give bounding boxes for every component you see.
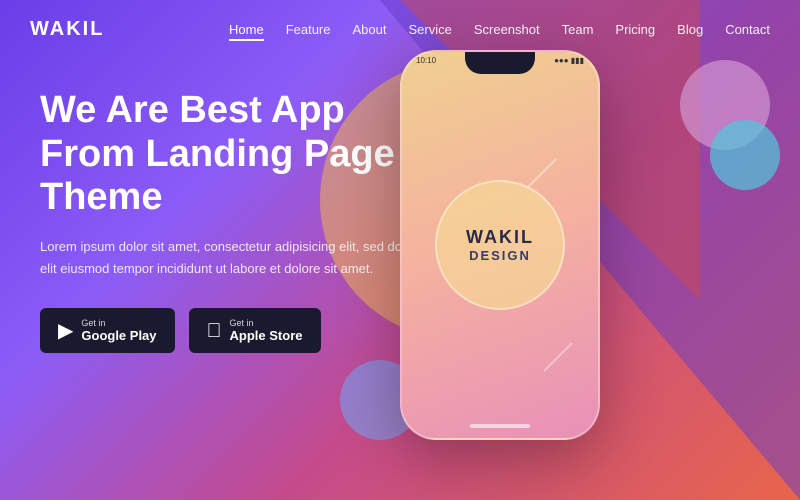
apple-icon:  (207, 321, 222, 341)
hero-description: Lorem ipsum dolor sit amet, consectetur … (40, 236, 420, 280)
nav-item-contact[interactable]: Contact (725, 21, 770, 39)
nav-item-team[interactable]: Team (562, 21, 594, 39)
nav-link-home[interactable]: Home (229, 22, 264, 41)
phone-screen: WAKIL DESIGN (402, 52, 598, 438)
page-wrapper: WAKIL Home Feature About Service Screens… (0, 0, 800, 500)
phone-mockup: 10:10 ●●● ▮▮▮ WAKIL DESIGN (400, 50, 600, 440)
nav-links: Home Feature About Service Screenshot Te… (229, 21, 770, 39)
nav-link-pricing[interactable]: Pricing (615, 22, 655, 37)
apple-store-button[interactable]:  Get in Apple Store (189, 308, 321, 353)
hero-title: We Are Best App From Landing Page Theme (40, 89, 440, 220)
navbar: WAKIL Home Feature About Service Screens… (0, 0, 800, 59)
nav-link-screenshot[interactable]: Screenshot (474, 22, 540, 37)
phone-home-bar (470, 424, 530, 428)
nav-link-team[interactable]: Team (562, 22, 594, 37)
nav-link-blog[interactable]: Blog (677, 22, 703, 37)
button-group: ▶ Get in Google Play  Get in Apple Stor… (40, 308, 440, 353)
phone-line-1 (527, 158, 557, 188)
google-play-button[interactable]: ▶ Get in Google Play (40, 308, 175, 353)
nav-item-home[interactable]: Home (229, 21, 264, 39)
nav-link-about[interactable]: About (353, 22, 387, 37)
phone-brand: WAKIL (466, 227, 534, 248)
phone-sub: DESIGN (469, 248, 531, 263)
apple-store-text: Get in Apple Store (230, 318, 303, 343)
nav-logo: WAKIL (30, 18, 104, 41)
google-play-text: Get in Google Play (81, 318, 156, 343)
nav-item-blog[interactable]: Blog (677, 21, 703, 39)
google-play-icon: ▶ (58, 321, 73, 341)
nav-item-pricing[interactable]: Pricing (615, 21, 655, 39)
nav-link-service[interactable]: Service (408, 22, 451, 37)
nav-link-feature[interactable]: Feature (286, 22, 331, 37)
nav-item-screenshot[interactable]: Screenshot (474, 21, 540, 39)
nav-item-service[interactable]: Service (408, 21, 451, 39)
phone-circle: WAKIL DESIGN (435, 180, 565, 310)
nav-link-contact[interactable]: Contact (725, 22, 770, 37)
phone-line-2 (543, 342, 573, 372)
nav-item-about[interactable]: About (353, 21, 387, 39)
nav-item-feature[interactable]: Feature (286, 21, 331, 39)
phone-body: 10:10 ●●● ▮▮▮ WAKIL DESIGN (400, 50, 600, 440)
bg-circle-cyan (710, 120, 780, 190)
